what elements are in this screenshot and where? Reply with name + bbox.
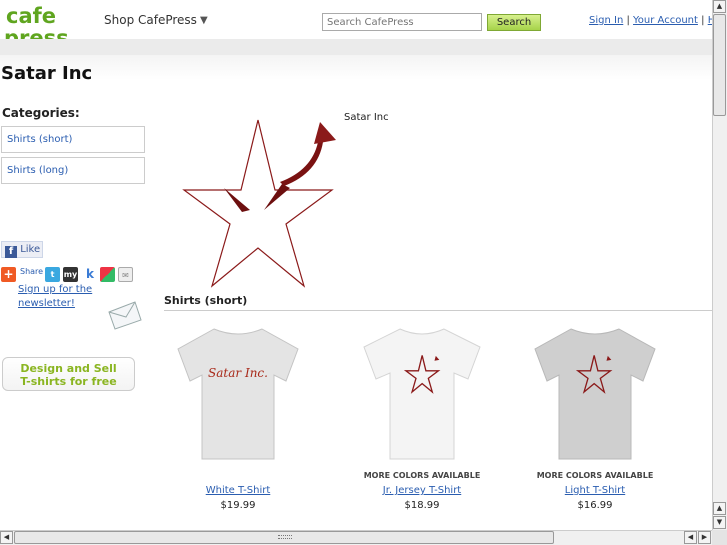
- top-links: Sign In | Your Account | He: [589, 15, 712, 26]
- facebook-icon: f: [5, 246, 17, 258]
- category-shirts-long[interactable]: Shirts (long): [1, 157, 145, 184]
- google-icon[interactable]: [100, 267, 115, 282]
- product-card[interactable]: Satar Inc. White T-Shirt $19.99: [168, 325, 308, 511]
- scroll-right-button[interactable]: ▶: [698, 531, 711, 544]
- page: cafe press Shop CafePress ▼ Search Sign …: [0, 0, 712, 530]
- scroll-grip: [278, 535, 292, 539]
- categories-heading: Categories:: [2, 106, 80, 120]
- svg-text:cafe: cafe: [6, 4, 56, 28]
- tshirt-image[interactable]: Satar Inc.: [176, 325, 300, 463]
- header-band: [0, 39, 712, 55]
- your-account-link[interactable]: Your Account: [633, 15, 698, 26]
- header: cafe press Shop CafePress ▼ Search Sign …: [0, 0, 712, 49]
- separator: |: [626, 15, 630, 26]
- sign-in-link[interactable]: Sign In: [589, 15, 623, 26]
- facebook-like-button[interactable]: f Like: [1, 241, 43, 258]
- email-icon[interactable]: ✉: [118, 267, 133, 282]
- product-price: $16.99: [577, 500, 613, 511]
- store-logo-star: [182, 119, 336, 288]
- shirt-print-text: Satar Inc.: [208, 366, 268, 380]
- product-name-link[interactable]: Light T-Shirt: [525, 485, 665, 496]
- search-input[interactable]: [322, 13, 482, 31]
- design-line-1: Design and Sell: [20, 362, 117, 375]
- like-label: Like: [20, 244, 41, 255]
- search-button[interactable]: Search: [487, 14, 541, 31]
- tshirt-image[interactable]: [533, 325, 657, 463]
- product-price: $18.99: [404, 500, 440, 511]
- scroll-left-button-right[interactable]: ◀: [684, 531, 697, 544]
- tshirt-image[interactable]: [360, 325, 484, 463]
- product-card[interactable]: MORE COLORS AVAILABLE Light T-Shirt $16.…: [525, 325, 665, 511]
- share-plus-icon[interactable]: +: [1, 267, 16, 282]
- scrollbar-corner: [712, 530, 727, 545]
- store-logo-caption: Satar Inc: [344, 112, 389, 123]
- scroll-up-button-lower[interactable]: ▲: [713, 502, 726, 515]
- myspace-icon[interactable]: my: [63, 267, 78, 282]
- category-shirts-short[interactable]: Shirts (short): [1, 126, 145, 153]
- more-colors-label: MORE COLORS AVAILABLE: [536, 471, 654, 480]
- design-and-sell-button[interactable]: Design and Sell T-shirts for free: [2, 357, 135, 391]
- scroll-up-button[interactable]: ▲: [713, 0, 726, 13]
- chevron-down-icon[interactable]: ▼: [200, 15, 208, 26]
- product-name-link[interactable]: White T-Shirt: [168, 485, 308, 496]
- share-label[interactable]: Share: [20, 267, 43, 276]
- product-card[interactable]: MORE COLORS AVAILABLE Jr. Jersey T-Shirt…: [352, 325, 492, 511]
- scroll-down-button[interactable]: ▼: [713, 516, 726, 529]
- vertical-scroll-thumb[interactable]: [713, 14, 726, 116]
- product-price: $19.99: [220, 500, 256, 511]
- newsletter-link[interactable]: Sign up for the newsletter!: [18, 283, 98, 311]
- twitter-icon[interactable]: t: [45, 267, 60, 282]
- design-line-2: T-shirts for free: [20, 375, 117, 388]
- shop-cafepress-menu[interactable]: Shop CafePress: [104, 13, 197, 27]
- kaboodle-icon[interactable]: k: [85, 267, 95, 282]
- page-title: Satar Inc: [1, 63, 93, 84]
- separator: |: [701, 15, 705, 26]
- product-name-link[interactable]: Jr. Jersey T-Shirt: [352, 485, 492, 496]
- more-colors-label: MORE COLORS AVAILABLE: [363, 471, 481, 480]
- section-title: Shirts (short): [164, 294, 248, 307]
- title-band: [0, 55, 712, 80]
- divider: [164, 310, 712, 311]
- scroll-left-button[interactable]: ◀: [0, 531, 13, 544]
- envelope-icon: [108, 301, 142, 330]
